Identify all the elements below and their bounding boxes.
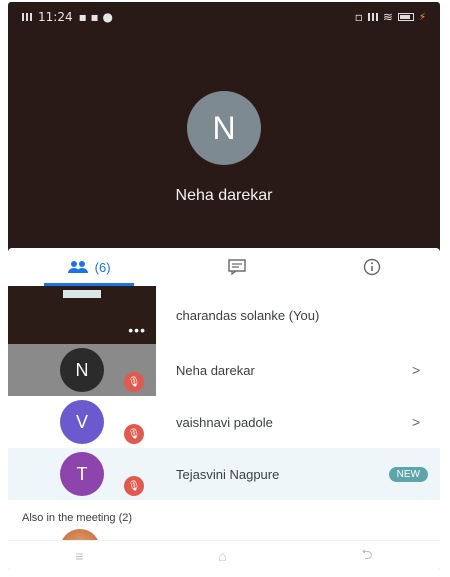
avatar: V: [60, 400, 104, 444]
participant-row-self[interactable]: ••• charandas solanke (You): [8, 286, 440, 344]
new-badge: NEW: [388, 466, 428, 482]
phone-screen: 11:24 ▪ ▪ ● ▫ ≋ ⚡ N Neha darekar (6) •••…: [8, 2, 440, 570]
wifi-icon: ≋: [382, 10, 393, 24]
participant-row[interactable]: N 🎙 Neha darekar >: [8, 344, 440, 396]
mic-off-icon: 🎙: [124, 476, 144, 496]
participant-list: ••• charandas solanke (You) N 🎙 Neha dar…: [8, 286, 440, 500]
chevron-right-icon[interactable]: >: [412, 362, 440, 378]
participant-thumbnail: T 🎙: [8, 448, 156, 500]
self-video-thumbnail: •••: [8, 286, 156, 344]
tab-info[interactable]: [363, 258, 381, 276]
mic-off-icon: 🎙: [124, 372, 144, 392]
participant-thumbnail: V 🎙: [8, 396, 156, 448]
participant-name: vaishnavi padole: [176, 414, 273, 430]
mic-off-icon: 🎙: [124, 424, 144, 444]
people-icon: [67, 261, 88, 273]
participants-sheet: (6) ••• charandas solanke (You) N 🎙 Neha…: [8, 248, 440, 570]
participant-thumbnail: N 🎙: [8, 344, 156, 396]
system-nav-bar: ≡ ⌂ ⮌: [8, 540, 440, 570]
participant-name: Neha darekar: [176, 362, 255, 378]
speaker-avatar: N: [187, 91, 261, 165]
avatar: N: [60, 348, 104, 392]
chat-icon: [228, 259, 246, 275]
tab-chat[interactable]: [228, 259, 246, 275]
participant-row[interactable]: T 🎙 Tejasvini Nagpure NEW: [8, 448, 440, 500]
avatar: T: [60, 452, 104, 496]
notification-icons: ▪ ▪ ●: [78, 10, 113, 24]
status-time: 11:24: [38, 10, 73, 24]
vibrate-icon: ▫: [354, 10, 363, 24]
tab-people[interactable]: (6): [67, 260, 111, 275]
menu-icon[interactable]: ≡: [75, 548, 83, 564]
participant-name: Tejasvini Nagpure: [176, 466, 280, 482]
network-icon: [367, 13, 378, 21]
battery-icon: [397, 13, 414, 21]
video-light: [63, 290, 101, 298]
tab-bar: (6): [8, 248, 440, 286]
charging-icon: ⚡: [418, 11, 426, 23]
more-options-icon[interactable]: •••: [128, 322, 146, 338]
back-icon[interactable]: ⮌: [361, 544, 372, 568]
chevron-right-icon[interactable]: >: [412, 414, 440, 430]
status-bar: 11:24 ▪ ▪ ● ▫ ≋ ⚡: [8, 2, 440, 32]
participant-row[interactable]: V 🎙 vaishnavi padole >: [8, 396, 440, 448]
active-speaker-stage: N Neha darekar: [8, 32, 440, 254]
signal-icon: [22, 13, 32, 21]
info-icon: [364, 258, 381, 276]
people-count: (6): [94, 259, 111, 275]
home-icon[interactable]: ⌂: [218, 548, 226, 564]
also-in-meeting-heading: Also in the meeting (2): [22, 512, 133, 524]
participant-name: charandas solanke (You): [176, 307, 320, 323]
speaker-name: Neha darekar: [175, 187, 273, 204]
